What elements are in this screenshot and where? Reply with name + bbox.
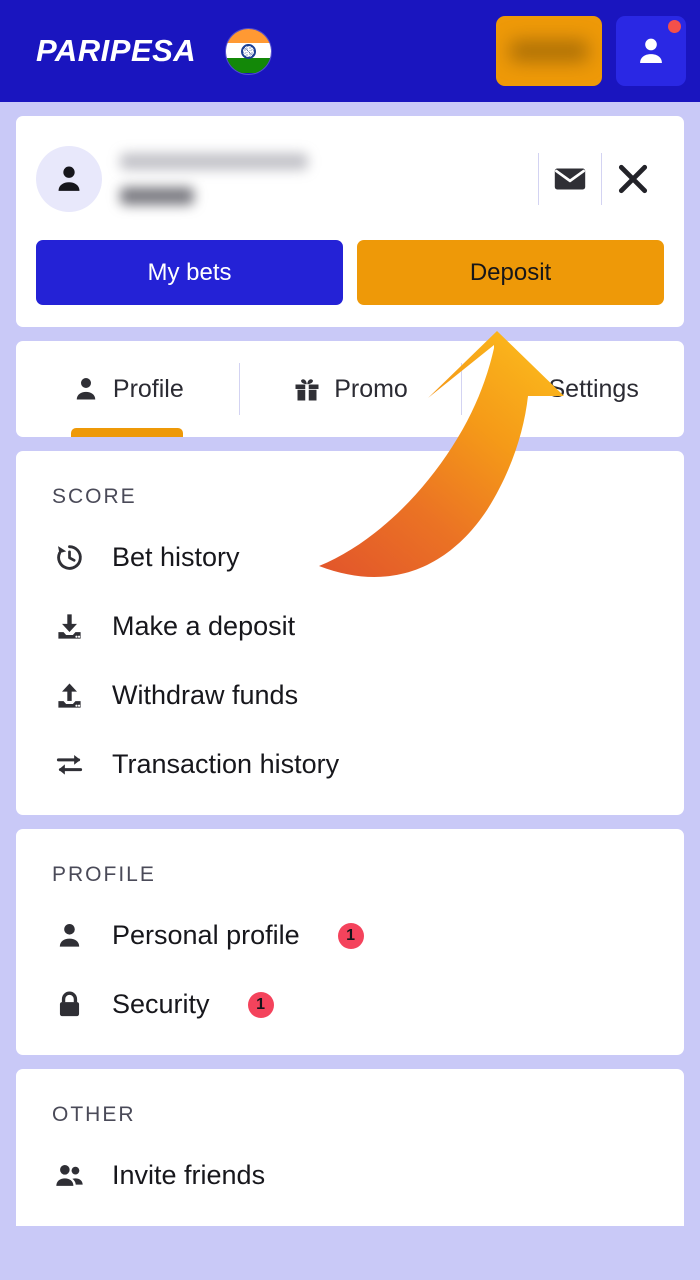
avatar[interactable]	[36, 146, 102, 212]
account-summary	[36, 140, 664, 218]
menu-item-make-a-deposit[interactable]: Make a deposit	[16, 592, 684, 661]
person-icon	[76, 378, 96, 400]
menu-item-bet-history[interactable]: Bet history	[16, 523, 684, 592]
messages-button[interactable]	[539, 160, 601, 198]
people-icon	[52, 1160, 86, 1191]
close-button[interactable]	[602, 159, 664, 199]
person-icon	[52, 920, 86, 951]
app-screen: PARIPESA My bets Deposit Profile Promo S…	[0, 0, 700, 1280]
menu-item-withdraw-funds[interactable]: Withdraw funds	[16, 661, 684, 730]
status-badge: 1	[247, 991, 274, 1018]
gear-icon	[509, 376, 534, 401]
person-icon	[640, 38, 662, 64]
menu-item-transaction-history[interactable]: Transaction history	[16, 730, 684, 799]
section-title: SCORE	[52, 485, 137, 508]
tab-label: Settings	[548, 374, 639, 403]
account-identity	[120, 153, 538, 205]
notification-dot	[668, 20, 681, 33]
account-card: My bets Deposit	[16, 116, 684, 327]
my-bets-button[interactable]: My bets	[36, 240, 343, 305]
tab-label: Profile	[112, 374, 184, 403]
tab-label: Promo	[334, 374, 408, 403]
menu-item-label: Withdraw funds	[112, 680, 299, 710]
status-badge: 1	[337, 922, 364, 949]
section-score: SCORE Bet history Make a deposit Withdra…	[16, 451, 684, 815]
flag-band-saffron	[226, 28, 272, 44]
section-title: PROFILE	[52, 863, 156, 886]
flag-band-green	[226, 58, 272, 74]
active-tab-indicator	[71, 428, 184, 437]
lock-icon	[52, 989, 86, 1020]
menu-item-label: Transaction history	[112, 749, 340, 779]
app-header: PARIPESA	[0, 0, 700, 102]
transfer-icon	[52, 749, 86, 780]
section-title: OTHER	[52, 1103, 136, 1126]
account-balance-redacted	[120, 187, 194, 205]
section-profile: PROFILE Personal profile 1 Security 1	[16, 829, 684, 1055]
upload-icon	[52, 680, 86, 711]
balance-button[interactable]	[496, 16, 602, 86]
menu-item-label: Invite friends	[112, 1160, 266, 1190]
account-action-buttons: My bets Deposit	[36, 240, 664, 305]
brand-logo[interactable]: PARIPESA	[36, 33, 196, 69]
person-icon	[58, 166, 80, 191]
download-icon	[52, 611, 86, 642]
section-other: OTHER Invite friends	[16, 1069, 684, 1226]
menu-item-label: Make a deposit	[112, 611, 296, 641]
profile-button[interactable]	[616, 16, 686, 86]
menu-item-invite-friends[interactable]: Invite friends	[16, 1141, 684, 1210]
india-flag-icon[interactable]	[226, 28, 272, 74]
deposit-button[interactable]: Deposit	[357, 240, 664, 305]
tab-promo[interactable]: Promo	[238, 341, 462, 437]
history-icon	[52, 542, 86, 573]
account-id-redacted	[120, 153, 308, 170]
menu-item-personal-profile[interactable]: Personal profile 1	[16, 901, 684, 970]
menu-item-security[interactable]: Security 1	[16, 970, 684, 1039]
tab-settings[interactable]: Settings	[461, 341, 684, 437]
balance-value-redacted	[510, 40, 588, 62]
tab-profile[interactable]: Profile	[16, 341, 239, 437]
header-actions	[496, 16, 686, 86]
close-icon	[618, 164, 648, 194]
envelope-icon	[554, 168, 586, 190]
menu-item-label: Personal profile	[112, 920, 300, 950]
ashoka-chakra-icon	[241, 43, 257, 59]
gift-icon	[295, 379, 319, 401]
menu-item-label: Security	[112, 989, 210, 1019]
menu-item-label: Bet history	[112, 542, 240, 572]
profile-tabs: Profile Promo Settings	[16, 341, 684, 437]
